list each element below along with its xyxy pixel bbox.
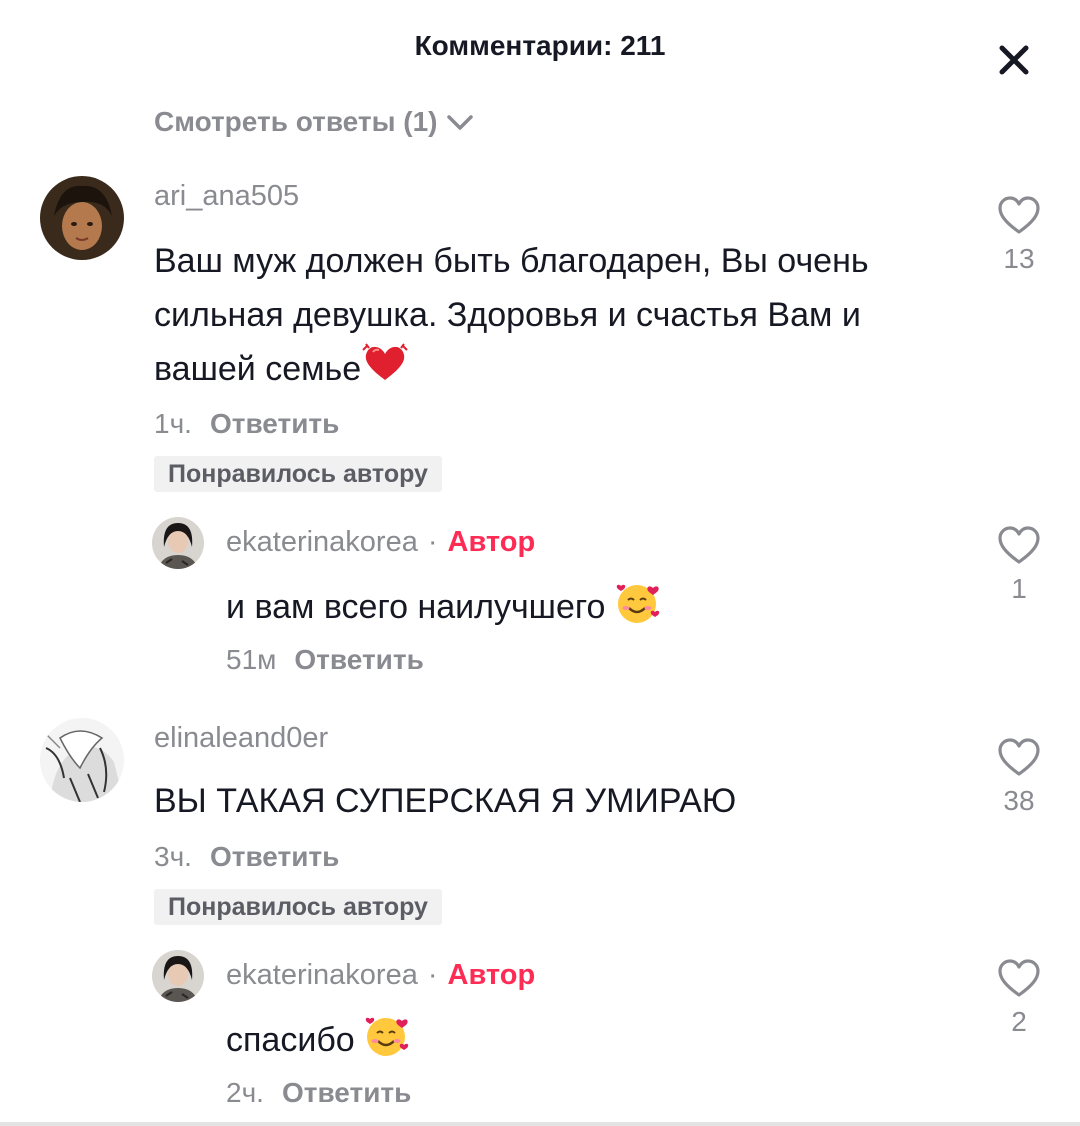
view-replies-button[interactable]: Смотреть ответы (1) — [154, 100, 474, 144]
reply-button[interactable]: Ответить — [294, 644, 423, 675]
separator-dot: · — [427, 526, 438, 558]
heart-outline-icon — [998, 959, 1040, 997]
comments-title: Комментарии: 211 — [414, 30, 666, 61]
liked-by-author-badge: Понравилось автору — [154, 889, 442, 925]
comment-text: Ваш муж должен быть благодарен, Вы очень… — [154, 234, 954, 400]
liked-by-author-badge: Понравилось автору — [154, 456, 442, 492]
avatar[interactable] — [40, 176, 124, 260]
chevron-down-icon — [446, 115, 473, 130]
view-replies-label: Смотреть ответы (1) — [154, 106, 438, 137]
smiling-hearts-emoji — [364, 1011, 412, 1073]
like-button[interactable]: 1 — [990, 526, 1048, 605]
like-count: 38 — [1003, 785, 1035, 816]
reply-button[interactable]: Ответить — [210, 841, 339, 872]
comment-username[interactable]: elinaleand0er — [154, 722, 328, 755]
reply-text-content: и вам всего наилучшего — [226, 587, 606, 626]
heart-emoji — [361, 342, 409, 400]
smiling-hearts-emoji — [615, 578, 663, 640]
like-button[interactable]: 2 — [990, 959, 1048, 1038]
like-count: 2 — [1011, 1006, 1027, 1037]
reply-username[interactable]: ekaterinakorea — [226, 526, 418, 558]
divider — [0, 1122, 1080, 1126]
heart-outline-icon — [998, 196, 1040, 234]
reply-button[interactable]: Ответить — [210, 408, 339, 439]
reply-username[interactable]: ekaterinakorea — [226, 959, 418, 991]
reply-time: 2ч. — [226, 1077, 264, 1108]
author-badge: Автор — [447, 959, 536, 991]
close-button[interactable] — [992, 38, 1036, 82]
comment-text-content: ВЫ ТАКАЯ СУПЕРСКАЯ Я УМИРАЮ — [154, 782, 737, 820]
heart-outline-icon — [998, 738, 1040, 776]
reply-meta: 51м Ответить — [226, 644, 424, 676]
reply-time: 51м — [226, 644, 277, 675]
reply-text-content: спасибо — [226, 1020, 355, 1059]
comment-text-content: Ваш муж должен быть благодарен, Вы очень… — [154, 242, 869, 388]
comment-meta: 1ч. Ответить — [154, 408, 339, 440]
reply-username-line: ekaterinakorea · Автор — [226, 526, 535, 559]
like-button[interactable]: 13 — [990, 196, 1048, 275]
comment-meta: 3ч. Ответить — [154, 841, 339, 873]
comments-sheet: Комментарии: 211 Смотреть ответы (1) ari… — [0, 0, 1080, 1126]
avatar[interactable] — [152, 950, 204, 1002]
like-count: 1 — [1011, 573, 1027, 604]
avatar[interactable] — [152, 517, 204, 569]
author-badge: Автор — [447, 526, 536, 558]
avatar[interactable] — [40, 718, 124, 802]
reply-text: и вам всего наилучшего — [226, 578, 946, 640]
heart-outline-icon — [998, 526, 1040, 564]
reply-meta: 2ч. Ответить — [226, 1077, 411, 1109]
close-icon — [999, 45, 1029, 75]
comment-time: 1ч. — [154, 408, 192, 439]
comment-username[interactable]: ari_ana505 — [154, 180, 299, 213]
reply-text: спасибо — [226, 1011, 946, 1073]
reply-button[interactable]: Ответить — [282, 1077, 411, 1108]
reply-username-line: ekaterinakorea · Автор — [226, 959, 535, 992]
comment-text: ВЫ ТАКАЯ СУПЕРСКАЯ Я УМИРАЮ — [154, 774, 954, 828]
separator-dot: · — [427, 959, 438, 991]
like-count: 13 — [1003, 243, 1035, 274]
comments-header: Комментарии: 211 — [0, 0, 1080, 96]
like-button[interactable]: 38 — [990, 738, 1048, 817]
comment-time: 3ч. — [154, 841, 192, 872]
